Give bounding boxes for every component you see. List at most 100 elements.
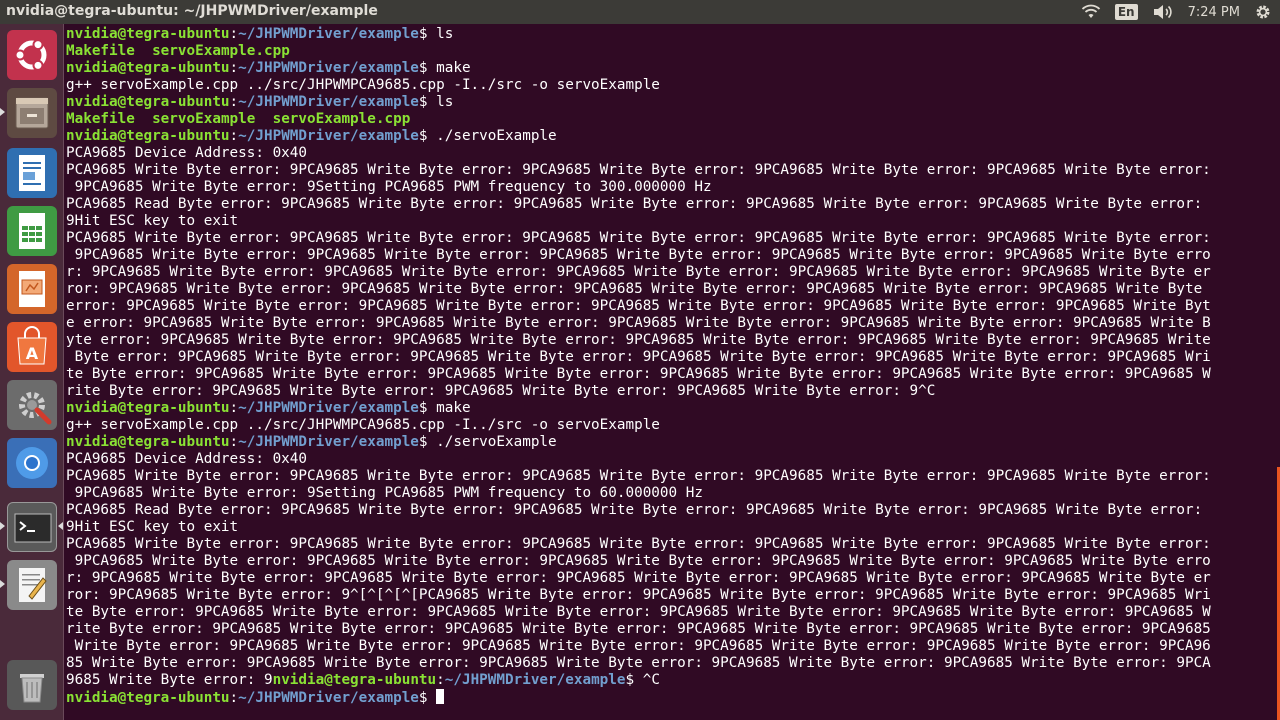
- command-text: ./servoExample: [436, 434, 557, 450]
- focus-indicator: [58, 522, 63, 530]
- prompt-user: nvidia@tegra-ubuntu: [66, 690, 230, 706]
- prompt-symbol: $: [418, 26, 437, 42]
- terminal-line: nvidia@tegra-ubuntu:~/JHPWMDriver/exampl…: [66, 26, 1266, 43]
- output-text: 9PCA9685 Write Byte error: 9Setting PCA9…: [66, 485, 703, 501]
- chromium-icon[interactable]: [7, 438, 57, 488]
- running-indicator: [0, 580, 5, 588]
- ubuntu-logo-icon[interactable]: [7, 30, 57, 80]
- text-editor-icon[interactable]: [7, 560, 57, 610]
- output-text: PCA9685 Write Byte error: 9PCA9685 Write…: [66, 162, 1211, 178]
- ls-entry: servoExample.cpp: [152, 43, 290, 59]
- ls-entry: servoExample.cpp: [255, 111, 411, 127]
- presentation-icon[interactable]: [7, 264, 57, 314]
- prompt-path: ~/JHPWMDriver/example: [238, 26, 419, 42]
- command-text: ls: [436, 94, 454, 110]
- output-text: Byte error: 9PCA9685 Write Byte error: 9…: [66, 349, 1211, 365]
- command-text: ./servoExample: [436, 128, 557, 144]
- terminal-line: nvidia@tegra-ubuntu:~/JHPWMDriver/exampl…: [66, 128, 1266, 145]
- terminal-line: r: 9PCA9685 Write Byte error: 9PCA9685 W…: [66, 570, 1266, 587]
- terminal-line: error: 9PCA9685 Write Byte error: 9PCA96…: [66, 298, 1266, 315]
- text-document-icon[interactable]: [7, 148, 57, 198]
- output-text: PCA9685 Write Byte error: 9PCA9685 Write…: [66, 536, 1211, 552]
- terminal-line: PCA9685 Write Byte error: 9PCA9685 Write…: [66, 468, 1266, 485]
- prompt-symbol: $: [418, 128, 437, 144]
- terminal-cursor: [436, 689, 445, 704]
- terminal-line: 85 Write Byte error: 9PCA9685 Write Byte…: [66, 655, 1266, 672]
- running-indicator: [0, 522, 5, 530]
- prompt-path: ~/JHPWMDriver/example: [238, 94, 419, 110]
- terminal-line: Makefile servoExample.cpp: [66, 43, 1266, 60]
- prompt-path: ~/JHPWMDriver/example: [238, 690, 419, 706]
- prompt-symbol: $: [418, 434, 437, 450]
- output-text: PCA9685 Write Byte error: 9PCA9685 Write…: [66, 230, 1211, 246]
- terminal-line: nvidia@tegra-ubuntu:~/JHPWMDriver/exampl…: [66, 94, 1266, 111]
- terminal-line: rite Byte error: 9PCA9685 Write Byte err…: [66, 383, 1266, 400]
- prompt-user: nvidia@tegra-ubuntu: [66, 94, 230, 110]
- terminal-line: 9PCA9685 Write Byte error: 9Setting PCA9…: [66, 485, 1266, 502]
- terminal-output[interactable]: nvidia@tegra-ubuntu:~/JHPWMDriver/exampl…: [66, 26, 1266, 707]
- command-text: make: [436, 400, 471, 416]
- prompt-colon: :: [229, 128, 239, 144]
- output-text: Write Byte error: 9PCA9685 Write Byte er…: [66, 638, 1211, 654]
- prompt-user: nvidia@tegra-ubuntu: [66, 128, 230, 144]
- keyboard-language-indicator[interactable]: En: [1114, 4, 1138, 20]
- command-text: ls: [436, 26, 454, 42]
- output-text: 9685 Write Byte error: 9: [66, 672, 273, 688]
- terminal-line: g++ servoExample.cpp ../src/JHPWMPCA9685…: [66, 77, 1266, 94]
- gear-icon[interactable]: [1254, 0, 1272, 24]
- output-text: 9PCA9685 Write Byte error: 9Setting PCA9…: [66, 179, 712, 195]
- volume-icon[interactable]: [1152, 0, 1174, 24]
- prompt-path: ~/JHPWMDriver/example: [238, 60, 419, 76]
- settings-tools-icon[interactable]: [7, 380, 57, 430]
- prompt-colon: :: [229, 60, 239, 76]
- output-text: PCA9685 Device Address: 0x40: [66, 451, 308, 467]
- launcher: A: [0, 24, 64, 720]
- shopping-bag-icon[interactable]: A: [7, 322, 57, 372]
- trash-icon[interactable]: [7, 660, 57, 710]
- output-text: rite Byte error: 9PCA9685 Write Byte err…: [66, 621, 1211, 637]
- command-text: make: [436, 60, 471, 76]
- terminal-line: ror: 9PCA9685 Write Byte error: 9^[^[^[^…: [66, 587, 1266, 604]
- output-text: ror: 9PCA9685 Write Byte error: 9PCA9685…: [66, 281, 1203, 297]
- terminal-line: PCA9685 Device Address: 0x40: [66, 451, 1266, 468]
- terminal-line: e error: 9PCA9685 Write Byte error: 9PCA…: [66, 315, 1266, 332]
- terminal-line: PCA9685 Write Byte error: 9PCA9685 Write…: [66, 162, 1266, 179]
- command-text: ^C: [642, 672, 660, 688]
- terminal-line: 9PCA9685 Write Byte error: 9PCA9685 Writ…: [66, 247, 1266, 264]
- indicator-area: En 7:24 PM: [1081, 0, 1280, 24]
- terminal-line: 9PCA9685 Write Byte error: 9PCA9685 Writ…: [66, 553, 1266, 570]
- terminal-window[interactable]: nvidia@tegra-ubuntu:~/JHPWMDriver/exampl…: [66, 26, 1266, 716]
- wifi-icon[interactable]: [1081, 0, 1101, 24]
- output-text: 9PCA9685 Write Byte error: 9PCA9685 Writ…: [66, 553, 1211, 569]
- terminal-line: nvidia@tegra-ubuntu:~/JHPWMDriver/exampl…: [66, 60, 1266, 77]
- prompt-path: ~/JHPWMDriver/example: [444, 672, 626, 688]
- terminal-line: PCA9685 Write Byte error: 9PCA9685 Write…: [66, 536, 1266, 553]
- terminal-line: PCA9685 Write Byte error: 9PCA9685 Write…: [66, 230, 1266, 247]
- output-text: 9Hit ESC key to exit: [66, 213, 239, 229]
- output-text: te Byte error: 9PCA9685 Write Byte error…: [66, 604, 1211, 620]
- output-text: r: 9PCA9685 Write Byte error: 9PCA9685 W…: [66, 570, 1211, 586]
- terminal-line: nvidia@tegra-ubuntu:~/JHPWMDriver/exampl…: [66, 400, 1266, 417]
- output-text: 85 Write Byte error: 9PCA9685 Write Byte…: [66, 655, 1211, 671]
- terminal-icon[interactable]: [7, 502, 57, 552]
- output-text: e error: 9PCA9685 Write Byte error: 9PCA…: [66, 315, 1211, 331]
- prompt-colon: :: [436, 672, 445, 688]
- terminal-line: PCA9685 Read Byte error: 9PCA9685 Write …: [66, 502, 1266, 519]
- terminal-line: 9Hit ESC key to exit: [66, 519, 1266, 536]
- prompt-user: nvidia@tegra-ubuntu: [66, 400, 230, 416]
- terminal-line: PCA9685 Read Byte error: 9PCA9685 Write …: [66, 196, 1266, 213]
- spreadsheet-icon[interactable]: [7, 206, 57, 256]
- output-text: PCA9685 Read Byte error: 9PCA9685 Write …: [66, 196, 1203, 212]
- prompt-colon: :: [229, 690, 239, 706]
- prompt-symbol: $: [625, 672, 643, 688]
- top-panel: nvidia@tegra-ubuntu: ~/JHPWMDriver/examp…: [0, 0, 1280, 24]
- output-text: yte error: 9PCA9685 Write Byte error: 9P…: [66, 332, 1211, 348]
- clock[interactable]: 7:24 PM: [1188, 0, 1240, 24]
- prompt-user: nvidia@tegra-ubuntu: [66, 434, 230, 450]
- output-text: ror: 9PCA9685 Write Byte error: 9^[^[^[^…: [66, 587, 1211, 603]
- prompt-path: ~/JHPWMDriver/example: [238, 400, 419, 416]
- terminal-line: 9685 Write Byte error: 9nvidia@tegra-ubu…: [66, 672, 1266, 689]
- file-cabinet-icon[interactable]: [7, 88, 57, 138]
- terminal-line: r: 9PCA9685 Write Byte error: 9PCA9685 W…: [66, 264, 1266, 281]
- ls-entry: servoExample: [152, 111, 256, 127]
